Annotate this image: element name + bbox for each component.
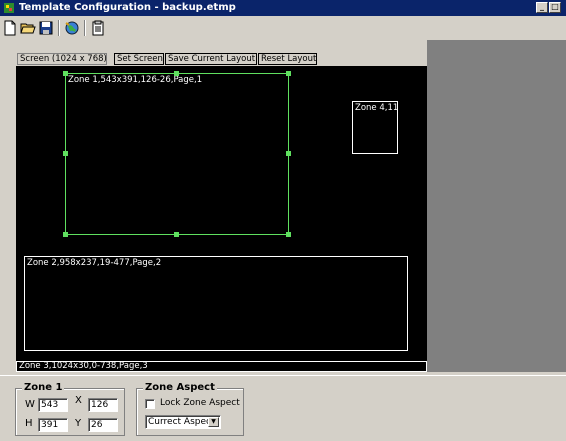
zone-label: Zone 4,11 <box>355 103 399 113</box>
width-label: W <box>25 399 35 410</box>
x-field[interactable]: 126 <box>88 398 118 412</box>
height-field[interactable]: 391 <box>38 418 68 432</box>
resize-handle[interactable] <box>63 232 68 237</box>
save-icon[interactable] <box>38 20 54 36</box>
title-bar: Template Configuration - backup.etmp _ □ <box>0 0 566 16</box>
screen-canvas[interactable]: Zone 1,543x391,126-26,Page,1 Zone 4,11 Z… <box>16 66 427 372</box>
window-controls: _ □ <box>536 2 561 13</box>
set-screen-button[interactable]: Set Screen <box>114 53 164 65</box>
width-field[interactable]: 543 <box>38 398 68 412</box>
toolbar <box>0 17 566 39</box>
chevron-down-icon[interactable]: ▼ <box>208 417 219 427</box>
app-icon <box>4 3 14 13</box>
aspect-select-value: Currect Aspect <box>148 417 215 427</box>
lock-zone-aspect-label: Lock Zone Aspect <box>160 398 240 408</box>
open-folder-icon[interactable] <box>20 20 36 36</box>
reset-layout-button[interactable]: Reset Layout <box>258 53 317 65</box>
y-field[interactable]: 26 <box>88 418 118 432</box>
new-file-icon[interactable] <box>2 20 18 36</box>
zone-aspect-group: Zone Aspect Lock Zone Aspect Currect Asp… <box>136 382 244 436</box>
screen-resolution-label: Screen (1024 x 768) <box>17 53 107 65</box>
zone-label: Zone 1,543x391,126-26,Page,1 <box>68 75 203 85</box>
zone-3[interactable]: Zone 3,1024x30,0-738,Page,3 <box>16 361 427 372</box>
workspace-background <box>427 40 566 372</box>
window-title: Template Configuration - backup.etmp <box>19 2 236 13</box>
zone-aspect-title: Zone Aspect <box>143 382 217 394</box>
y-label: Y <box>75 418 82 429</box>
zone-4[interactable]: Zone 4,11 <box>352 101 398 154</box>
aspect-select[interactable]: Currect Aspect ▼ <box>145 415 221 429</box>
zone-label: Zone 3,1024x30,0-738,Page,3 <box>19 361 148 371</box>
zone-group-title: Zone 1 <box>22 382 65 394</box>
zone-label: Zone 2,958x237,19-477,Page,2 <box>27 258 162 268</box>
resize-handle[interactable] <box>286 151 291 156</box>
resize-handle[interactable] <box>286 232 291 237</box>
resize-handle[interactable] <box>63 151 68 156</box>
zone-size-group: Zone 1 W 543 X 126 H 391 Y 26 <box>15 382 125 436</box>
lock-zone-aspect-checkbox[interactable] <box>145 399 155 409</box>
resize-handle[interactable] <box>174 71 179 76</box>
toolbar-separator <box>58 20 60 36</box>
zone-properties-panel: Zone 1 W 543 X 126 H 391 Y 26 Zone Aspec… <box>0 375 566 441</box>
save-current-layout-button[interactable]: Save Current Layout <box>165 53 257 65</box>
resize-handle[interactable] <box>286 71 291 76</box>
resize-handle[interactable] <box>63 71 68 76</box>
zone-2[interactable]: Zone 2,958x237,19-477,Page,2 <box>24 256 408 351</box>
x-label: X <box>75 395 82 406</box>
globe-icon[interactable] <box>64 20 80 36</box>
resize-handle[interactable] <box>174 232 179 237</box>
zone-1[interactable]: Zone 1,543x391,126-26,Page,1 <box>65 73 289 235</box>
toolbar-separator <box>84 20 86 36</box>
minimize-button[interactable]: _ <box>536 2 548 13</box>
height-label: H <box>25 418 33 429</box>
maximize-button[interactable]: □ <box>549 2 561 13</box>
properties-icon[interactable] <box>90 20 106 36</box>
